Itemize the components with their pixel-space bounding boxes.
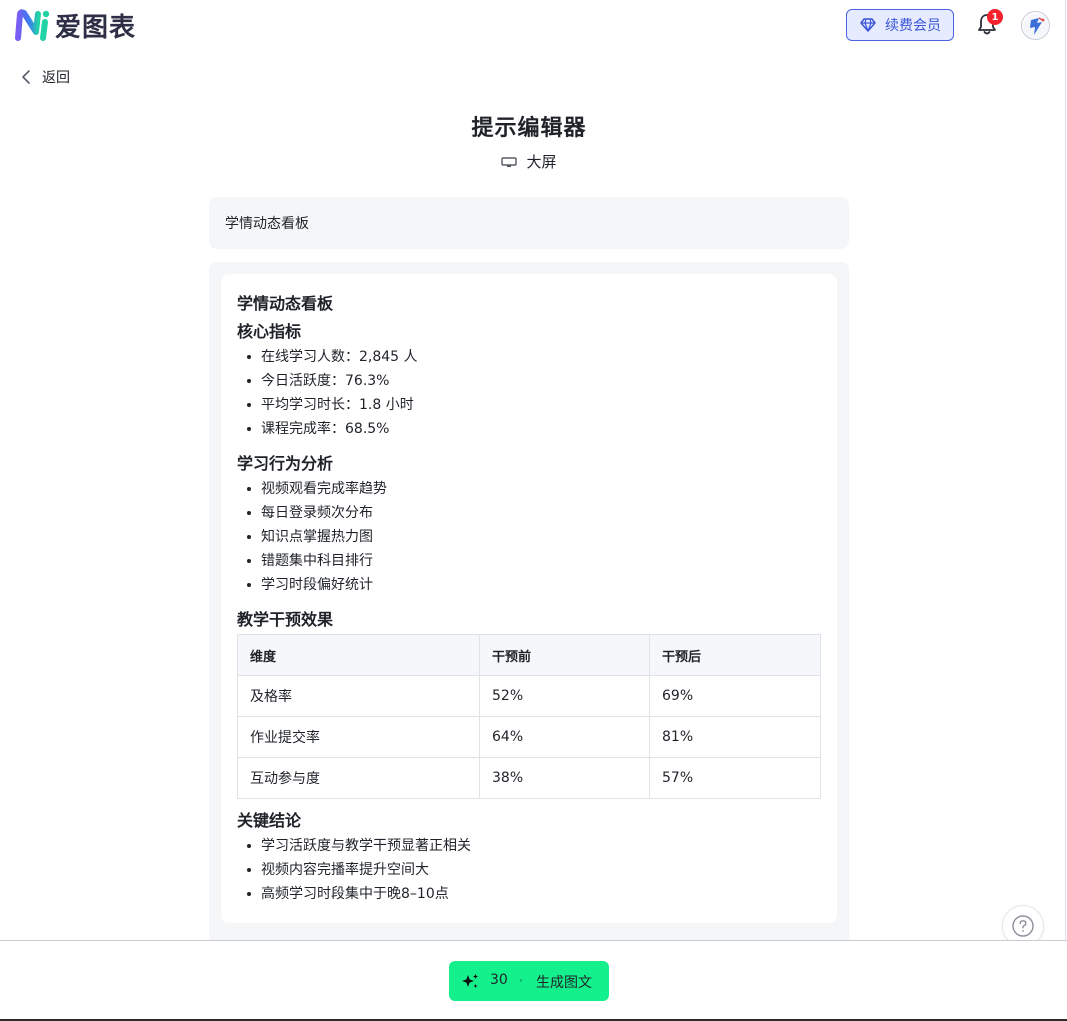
bottom-bar: 30 生成图文	[0, 940, 1067, 1021]
list-item: 高频学习时段集中于晚8–10点	[237, 882, 471, 906]
back-label: 返回	[42, 70, 70, 86]
outline-card: 学情动态看板 核心指标 在线学习人数：2,845 人 今日活跃度：76.3% 平…	[221, 274, 837, 923]
section-title: 核心指标	[237, 322, 302, 341]
chevron-left-icon	[22, 70, 30, 84]
list-item: 视频观看完成率趋势	[237, 477, 387, 501]
sparkle-icon	[462, 974, 478, 988]
bullet-list: 在线学习人数：2,845 人 今日活跃度：76.3% 平均学习时长：1.8 小时…	[237, 345, 418, 441]
back-button[interactable]: 返回	[20, 66, 70, 88]
bullet-list: 视频观看完成率趋势 每日登录频次分布 知识点掌握热力图 错题集中科目排行 学习时…	[237, 477, 387, 597]
prompt-input[interactable]: 学情动态看板	[209, 197, 849, 249]
question-circle-icon	[1012, 915, 1034, 937]
section-title: 关键结论	[237, 811, 302, 830]
content-panel[interactable]: 学情动态看板 核心指标 在线学习人数：2,845 人 今日活跃度：76.3% 平…	[209, 262, 849, 940]
page-title: 提示编辑器	[471, 116, 587, 141]
table-row: 互动参与度 38% 57%	[237, 757, 821, 799]
notification-bell[interactable]: 1	[976, 9, 1003, 38]
brand-name: 爱图表	[55, 12, 137, 43]
list-item: 错题集中科目排行	[237, 549, 387, 573]
logo[interactable]: 爱图表	[14, 8, 137, 43]
table-header-cell: 干预前	[479, 634, 650, 676]
section-title: 教学干预效果	[237, 610, 334, 629]
list-item: 平均学习时长：1.8 小时	[237, 393, 418, 417]
avatar[interactable]	[1021, 11, 1050, 40]
divider	[520, 979, 522, 982]
outline-heading: 学情动态看板	[237, 294, 334, 313]
table-cell: 52%	[479, 675, 650, 717]
list-item: 视频内容完播率提升空间大	[237, 858, 471, 882]
scrollbar-edge	[1065, 0, 1066, 940]
screen-size-selector[interactable]: 大屏	[0, 151, 1058, 172]
list-item: 知识点掌握热力图	[237, 525, 387, 549]
table-cell: 作业提交率	[237, 716, 480, 758]
table-header-row: 维度 干预前 干预后	[237, 634, 821, 676]
monitor-icon	[501, 156, 518, 167]
logo-mark-icon	[15, 9, 50, 41]
table-cell: 38%	[479, 757, 650, 799]
renew-membership-button[interactable]: 续费会员	[846, 9, 954, 41]
credit-count: 30	[490, 972, 508, 988]
list-item: 课程完成率：68.5%	[237, 417, 418, 441]
table-cell: 64%	[479, 716, 650, 758]
renew-membership-label: 续费会员	[885, 18, 941, 34]
table-cell: 81%	[649, 716, 821, 758]
generate-button[interactable]: 30 生成图文	[449, 961, 609, 1001]
user-avatar-icon	[1023, 13, 1049, 39]
table-cell: 互动参与度	[237, 757, 480, 799]
list-item: 在线学习人数：2,845 人	[237, 345, 418, 369]
section-title: 学习行为分析	[237, 454, 334, 473]
screen-size-label: 大屏	[526, 153, 557, 171]
table-cell: 69%	[649, 675, 821, 717]
table-header-cell: 维度	[237, 634, 480, 676]
diamond-icon	[860, 18, 876, 32]
table-header-cell: 干预后	[649, 634, 821, 676]
list-item: 学习活跃度与教学干预显著正相关	[237, 834, 471, 858]
table-row: 作业提交率 64% 81%	[237, 716, 821, 758]
list-item: 今日活跃度：76.3%	[237, 369, 418, 393]
table-row: 及格率 52% 69%	[237, 675, 821, 717]
list-item: 学习时段偏好统计	[237, 573, 387, 597]
list-item: 每日登录频次分布	[237, 501, 387, 525]
notification-badge: 1	[987, 9, 1003, 25]
table-cell: 及格率	[237, 675, 480, 717]
bullet-list: 学习活跃度与教学干预显著正相关 视频内容完播率提升空间大 高频学习时段集中于晚8…	[237, 834, 471, 906]
top-bar: 爱图表 续费会员 1	[0, 0, 1067, 50]
generate-label: 生成图文	[536, 975, 592, 991]
intervention-table: 维度 干预前 干预后 及格率 52% 69% 作业提交率 64% 81% 互动参…	[237, 634, 821, 799]
table-cell: 57%	[649, 757, 821, 799]
